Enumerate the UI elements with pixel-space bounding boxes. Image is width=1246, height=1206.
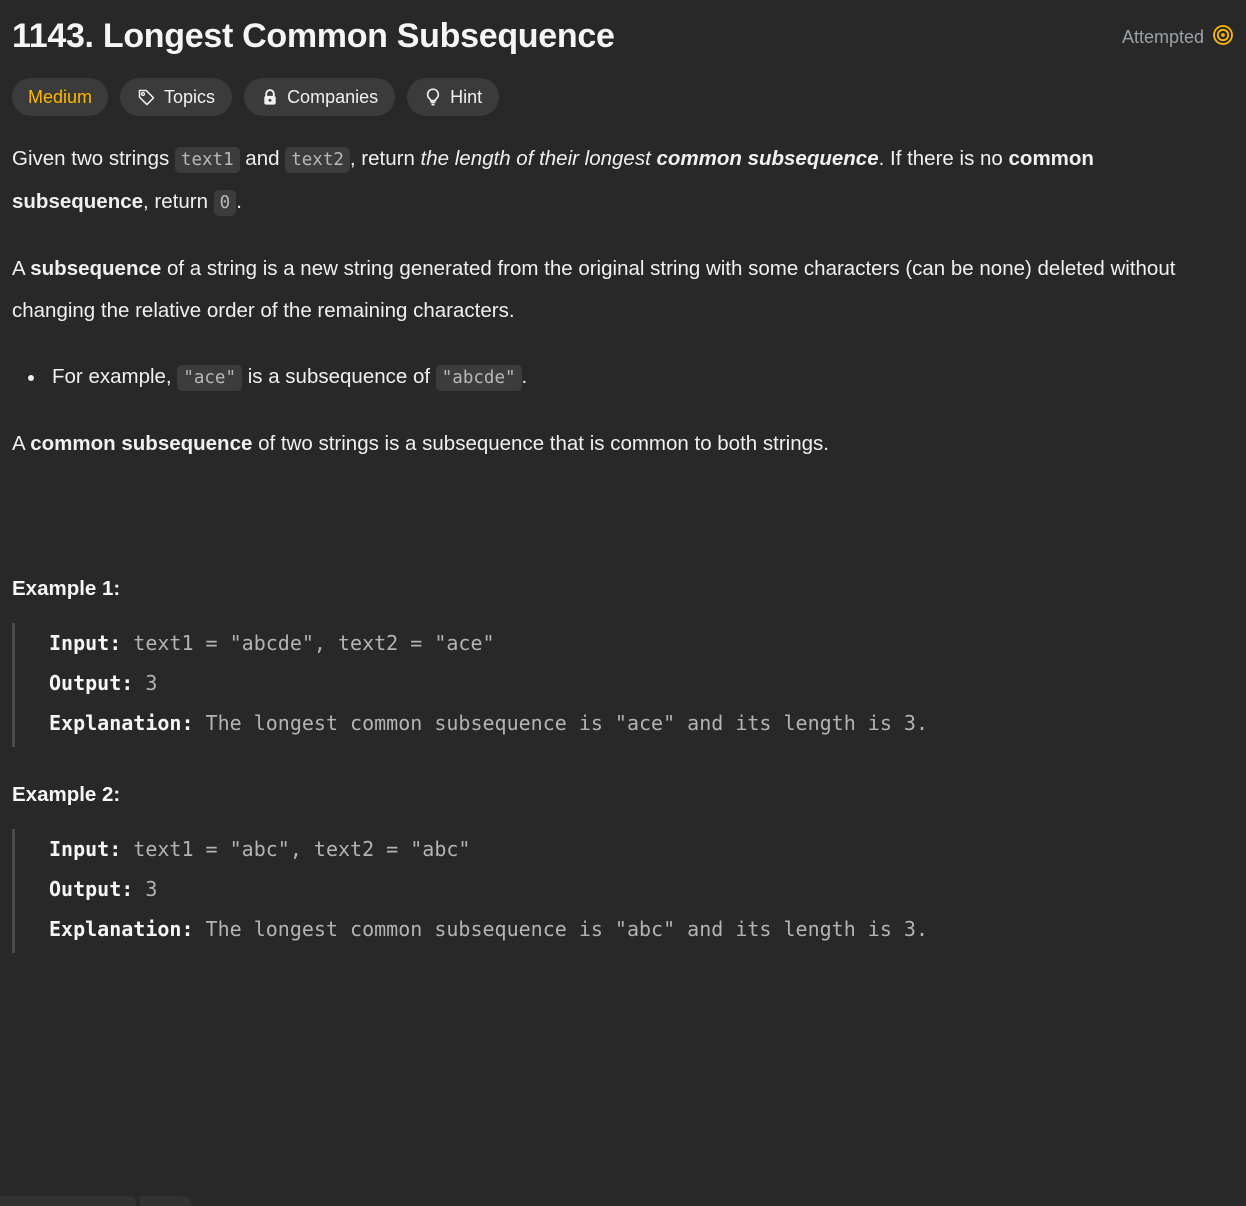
desc-text: is a subsequence of: [242, 365, 436, 388]
problem-description-panel: 1143. Longest Common Subsequence Attempt…: [0, 0, 1246, 1206]
topics-button[interactable]: Topics: [120, 78, 233, 116]
list-item: For example, "ace" is a subsequence of "…: [28, 356, 1234, 399]
problem-tag-row: Medium Topics Companies Hint: [12, 78, 1234, 116]
desc-bold: subsequence: [30, 257, 162, 280]
example-1-output-line: Output: 3: [49, 663, 1234, 703]
output-value: 3: [133, 671, 158, 695]
input-label: Input:: [49, 631, 122, 655]
desc-text: A: [12, 432, 31, 455]
desc-italic: the length of their longest: [420, 147, 657, 170]
example-2-heading: Example 2:: [12, 783, 121, 806]
tag-icon: [137, 88, 156, 107]
output-label: Output:: [49, 671, 134, 695]
desc-bold: common subsequence: [30, 432, 253, 455]
description-paragraph-2: A subsequence of a string is a new strin…: [12, 248, 1234, 332]
desc-text: A: [12, 257, 31, 280]
inline-code-zero: 0: [213, 190, 237, 216]
output-label: Output:: [49, 877, 134, 901]
inline-code-ace: "ace": [177, 365, 243, 391]
description-paragraph-1: Given two strings text1 and text2, retur…: [12, 138, 1234, 224]
hint-label: Hint: [450, 87, 483, 107]
explanation-label: Explanation:: [49, 711, 194, 735]
example-1-heading: Example 1:: [12, 577, 121, 600]
input-value: text1 = "abc", text2 = "abc": [121, 837, 471, 861]
status-badge-label: Attempted: [1121, 27, 1204, 47]
explanation-value: The longest common subsequence is "ace" …: [193, 711, 929, 735]
input-value: text1 = "abcde", text2 = "ace": [121, 631, 495, 655]
example-1-explanation-line: Explanation: The longest common subseque…: [49, 703, 1234, 743]
desc-text: and: [239, 147, 286, 170]
target-icon: [1212, 24, 1234, 51]
explanation-value: The longest common subsequence is "abc" …: [193, 917, 929, 941]
lightbulb-icon: [424, 87, 442, 107]
inline-code-abcde: "abcde": [435, 365, 522, 391]
inline-code-text1: text1: [174, 147, 240, 173]
explanation-label: Explanation:: [49, 917, 194, 941]
description-bullet-list: For example, "ace" is a subsequence of "…: [12, 356, 1234, 399]
desc-bold-italic: common subsequence: [656, 147, 879, 170]
desc-text: of two strings is a subsequence that is …: [252, 432, 829, 455]
example-2-explanation-line: Explanation: The longest common subseque…: [49, 909, 1234, 949]
example-2-block: Input: text1 = "abc", text2 = "abc" Outp…: [12, 829, 1234, 953]
input-label: Input:: [49, 837, 122, 861]
example-1-input-line: Input: text1 = "abcde", text2 = "ace": [49, 623, 1234, 663]
desc-text: , return: [143, 190, 214, 213]
desc-text: For example,: [52, 365, 178, 388]
example-1-block: Input: text1 = "abcde", text2 = "ace" Ou…: [12, 623, 1234, 747]
companies-button[interactable]: Companies: [244, 78, 396, 116]
desc-text: .: [521, 365, 528, 388]
output-value: 3: [133, 877, 158, 901]
difficulty-label: Medium: [28, 87, 93, 107]
desc-text: .: [236, 190, 242, 213]
bottom-tab-secondary[interactable]: [140, 1196, 192, 1206]
lock-icon: [261, 88, 279, 107]
hint-button[interactable]: Hint: [407, 78, 500, 116]
example-2-input-line: Input: text1 = "abc", text2 = "abc": [49, 829, 1234, 869]
example-2-output-line: Output: 3: [49, 869, 1234, 909]
desc-text: of a string is a new string generated fr…: [12, 257, 1176, 322]
bottom-tab-primary[interactable]: [0, 1196, 136, 1206]
problem-content: Given two strings text1 and text2, retur…: [12, 138, 1234, 953]
bottom-tab-strip: [0, 1196, 1246, 1206]
status-badge[interactable]: Attempted: [1122, 24, 1234, 51]
description-paragraph-3: A common subsequence of two strings is a…: [12, 423, 1234, 465]
page-title: 1143. Longest Common Subsequence: [12, 17, 615, 55]
companies-label: Companies: [287, 87, 379, 107]
desc-text: . If there is no: [878, 147, 1009, 170]
inline-code-text2: text2: [285, 147, 350, 173]
desc-text: Given two strings: [12, 147, 175, 170]
desc-text: , return: [349, 147, 421, 170]
problem-header: 1143. Longest Common Subsequence Attempt…: [12, 0, 1234, 58]
topics-label: Topics: [164, 87, 216, 107]
difficulty-pill[interactable]: Medium: [12, 78, 109, 116]
